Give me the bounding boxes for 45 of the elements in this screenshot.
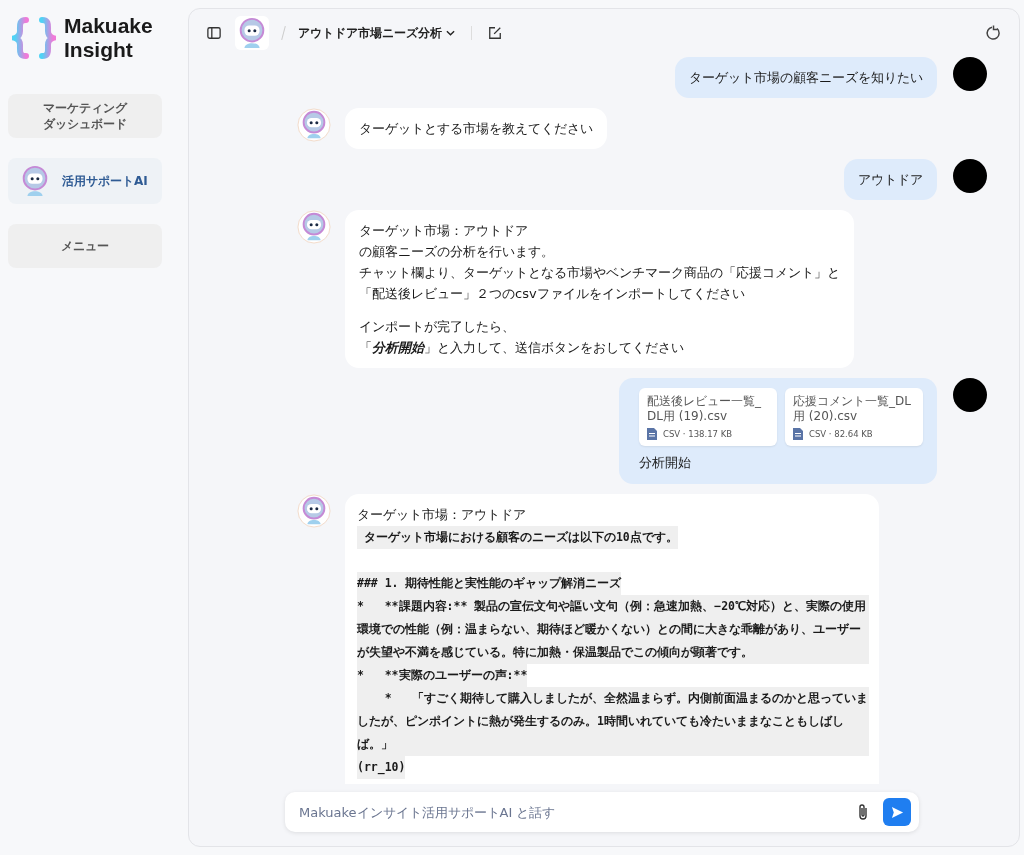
assistant-message: チャット欄より、ターゲットとなる市場やベンチマーク商品の「応援コメント」と — [359, 264, 840, 282]
send-button[interactable] — [883, 798, 911, 826]
document-icon — [647, 428, 657, 440]
file-meta: CSV · 82.64 KB — [809, 429, 873, 439]
document-icon — [793, 428, 803, 440]
code-text: ターゲット市場における顧客のニーズは以下の10点です。 — [357, 526, 678, 549]
robot-icon — [235, 16, 269, 50]
chat-title-dropdown[interactable]: アウトドア市場ニーズ分析 — [298, 24, 455, 42]
paperclip-icon[interactable] — [857, 803, 869, 821]
robot-avatar-icon — [297, 494, 331, 528]
assistant-message: ターゲット市場：アウトドア — [359, 222, 528, 240]
sidebar-item[interactable]: マーケティング ダッシュボード — [8, 94, 162, 138]
user-avatar — [953, 159, 987, 193]
refresh-icon[interactable] — [985, 25, 1001, 41]
code-text: (rr_10) — [357, 756, 406, 779]
caret-icon — [446, 30, 455, 36]
assistant-message: 「配送後レビュー」２つのcsvファイルをインポートしてください — [359, 285, 745, 303]
code-text: * **実際のユーザーの声:** — [357, 664, 528, 687]
braces-logo-icon — [12, 17, 56, 59]
file-name: 応援コメント一覧_DL用 (20).csv — [793, 394, 912, 424]
user-message: 分析開始 — [639, 454, 692, 472]
send-icon — [890, 805, 904, 819]
assistant-message: 「分析開始」と入力して、送信ボタンをおしてください — [359, 339, 684, 357]
assistant-message: インポートが完了したら、 — [359, 318, 515, 336]
assistant-message: ターゲット市場：アウトドア — [357, 506, 527, 524]
robot-avatar-icon — [297, 210, 331, 244]
user-message: アウトドア — [844, 159, 937, 200]
robot-avatar-icon — [297, 108, 331, 142]
assistant-message: ターゲットとする市場を教えてください — [359, 120, 593, 138]
user-message: ターゲット市場の顧客ニーズを知りたい — [675, 57, 937, 98]
sidebar-toggle-icon[interactable] — [207, 26, 221, 40]
code-text: ### 1. 期待性能と実性能のギャップ解消ニーズ — [357, 572, 622, 595]
code-text: * 「すごく期待して購入しましたが、全然温まらず。内側前面温まるのかと思っていましたが、ピンポイントに熱が発生するのみ。1時間いれていても冷たいままなこともしばしば。」 — [357, 687, 869, 756]
edit-icon[interactable] — [488, 26, 502, 40]
file-meta: CSV · 138.17 KB — [663, 429, 733, 439]
message-field[interactable]: Makuakeインサイト活用サポートAI と話す — [285, 792, 919, 832]
code-text: * **課題内容:** 製品の宣伝文句や謳い文句（例：急速加熱、−20℃対応）と、実際の使用環境での性能（例：温まらない、期待ほど暖かくない）との間に大きな乖離があり、ユーザーが失望や不満を感じている。特に加熱・保温製品でこの傾向が顕著です。 — [357, 595, 869, 664]
sidebar-item[interactable]: メニュー — [8, 224, 162, 268]
message-input[interactable]: Makuakeインサイト活用サポートAI と話す — [297, 803, 843, 821]
user-avatar — [953, 57, 987, 91]
sidebar-item[interactable]: 活用サポートAI — [8, 158, 162, 204]
assistant-message: の顧客ニーズの分析を行います。 — [359, 243, 554, 261]
logo-text: Makuake Insight — [64, 14, 153, 62]
user-avatar — [953, 378, 987, 412]
file-name: 配送後レビュー一覧_DL用 (19).csv — [647, 394, 762, 424]
